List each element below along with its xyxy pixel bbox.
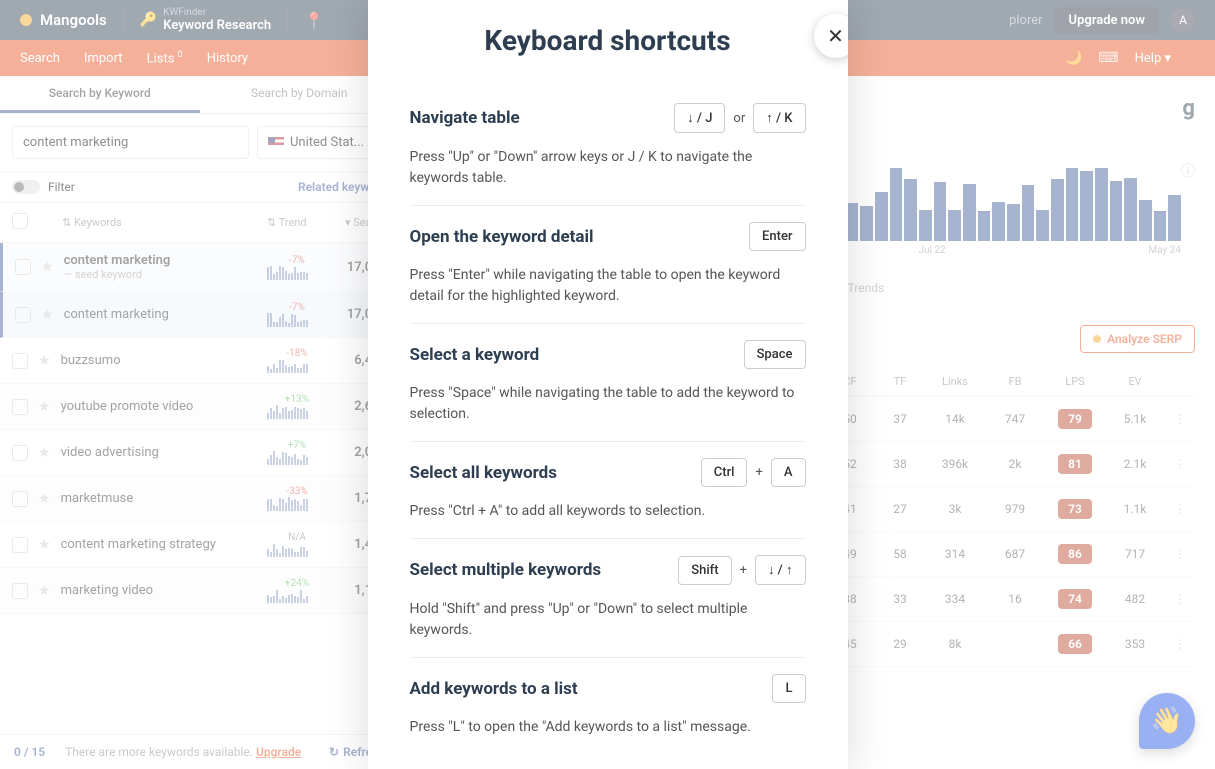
kbd-key: ↓ / ↑ (755, 555, 806, 585)
modal-title: Keyboard shortcuts (410, 0, 806, 87)
kbd-key: ↑ / K (753, 103, 805, 133)
kbd-key: Space (744, 340, 806, 369)
shortcut-desc: Press "Up" or "Down" arrow keys or J / K… (410, 147, 806, 189)
kbd-key: A (771, 458, 806, 487)
shortcut-item: Navigate table ↓ / Jor↑ / K Press "Up" o… (410, 87, 806, 206)
shortcut-desc: Hold "Shift" and press "Up" or "Down" to… (410, 599, 806, 641)
shortcut-title: Navigate table (410, 108, 520, 128)
shortcut-title: Select a keyword (410, 345, 540, 365)
kbd-key: Enter (749, 222, 805, 251)
shortcut-item: Select a keyword Space Press "Space" whi… (410, 324, 806, 442)
shortcut-item: Select multiple keywords Shift+↓ / ↑ Hol… (410, 539, 806, 658)
shortcut-title: Select multiple keywords (410, 560, 602, 580)
close-button[interactable]: ✕ (814, 14, 848, 58)
shortcut-desc: Press "Enter" while navigating the table… (410, 265, 806, 307)
kbd-key: ↓ / J (674, 103, 725, 133)
shortcut-desc: Press "Ctrl + A" to add all keywords to … (410, 501, 806, 522)
shortcut-item: Select all keywords Ctrl+A Press "Ctrl +… (410, 442, 806, 539)
kbd-key: L (772, 674, 805, 703)
shortcut-desc: Press "Space" while navigating the table… (410, 383, 806, 425)
kbd-key: Shift (678, 556, 731, 585)
shortcut-desc: Press "L" to open the "Add keywords to a… (410, 717, 806, 738)
shortcut-title: Open the keyword detail (410, 227, 594, 247)
shortcut-item: Open the keyword detail Enter Press "Ent… (410, 206, 806, 324)
shortcut-item: Add keywords to a list L Press "L" to op… (410, 658, 806, 754)
kbd-key: Ctrl (701, 458, 748, 487)
shortcut-title: Select all keywords (410, 463, 557, 483)
shortcuts-modal: ✕ Keyboard shortcuts Navigate table ↓ / … (368, 0, 848, 769)
shortcut-title: Add keywords to a list (410, 679, 578, 699)
